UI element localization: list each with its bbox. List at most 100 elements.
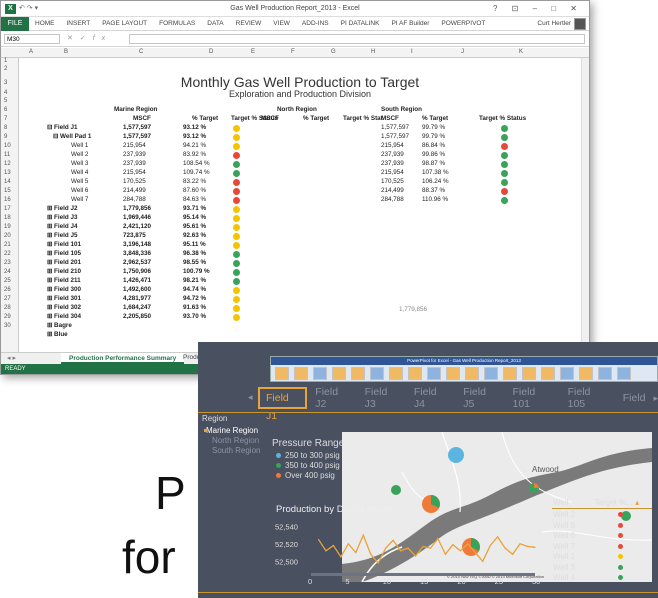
name-box[interactable]: M30	[4, 34, 60, 44]
row-name[interactable]: ⊞ Field 302	[47, 304, 81, 311]
row-header-6[interactable]: 6	[4, 107, 7, 113]
column-header-B[interactable]: B	[64, 49, 68, 55]
column-header-K[interactable]: K	[519, 49, 523, 55]
cell-mscf[interactable]: 1,426,471	[123, 277, 151, 284]
row-name[interactable]: ⊞ Bagre	[47, 322, 72, 329]
cell-pct[interactable]: 93.12 %	[183, 124, 206, 131]
region-item-0[interactable]: Marine Region	[203, 426, 258, 435]
row-header-28[interactable]: 28	[4, 305, 11, 311]
ribbon-tab-1[interactable]: INSERT	[67, 20, 91, 27]
cell-mscf[interactable]: 284,788	[123, 196, 146, 203]
cell-mscf-south[interactable]: 1,577,597	[381, 133, 409, 140]
row-name[interactable]: ⊞ Field 301	[47, 295, 81, 302]
cell-pct[interactable]: 94.72 %	[183, 295, 206, 302]
row-header-16[interactable]: 16	[4, 197, 11, 203]
cell-pct-south[interactable]: 106.24 %	[422, 178, 449, 185]
cell-pct-south[interactable]: 107.38 %	[422, 169, 449, 176]
row-name[interactable]: ⊟ Well Pad 1	[53, 133, 91, 140]
well-row[interactable]: Well 5	[553, 521, 575, 530]
column-header-D[interactable]: D	[209, 49, 213, 55]
row-header-13[interactable]: 13	[4, 170, 11, 176]
data-point[interactable]	[437, 537, 439, 540]
cell-mscf-south[interactable]: 215,954	[381, 169, 404, 176]
row-header-15[interactable]: 15	[4, 188, 11, 194]
cell-pct-south[interactable]: 98.87 %	[422, 160, 445, 167]
cell-mscf[interactable]: 1,684,247	[123, 304, 151, 311]
ribbon-tab-8[interactable]: PI DATALINK	[341, 20, 380, 27]
column-header-H[interactable]: H	[371, 49, 375, 55]
well-row[interactable]: Well 6	[553, 531, 575, 540]
cell-pct[interactable]: 95.11 %	[183, 241, 206, 248]
cell-mscf-south[interactable]: 284,788	[381, 196, 404, 203]
row-header-30[interactable]: 30	[4, 323, 11, 329]
cell-pct[interactable]: 92.63 %	[183, 232, 206, 239]
well-row[interactable]: Well 2	[553, 510, 575, 519]
map-bubble-green[interactable]	[391, 485, 401, 495]
tiles-right-arrow-icon[interactable]: ▸	[654, 393, 658, 404]
ribbon-tab-9[interactable]: PI AF Builder	[391, 20, 429, 27]
row-header-3[interactable]: 3	[4, 80, 7, 86]
cell-pct-south[interactable]: 99.79 %	[422, 133, 445, 140]
cell-mscf-south[interactable]: 215,954	[381, 142, 404, 149]
row-header-25[interactable]: 25	[4, 278, 11, 284]
row-header-9[interactable]: 9	[4, 134, 7, 140]
column-header-J[interactable]: J	[461, 49, 464, 55]
field-tile-7[interactable]: Field	[615, 392, 654, 404]
field-tile-1[interactable]: Field J2	[307, 386, 356, 410]
ribbon-tab-5[interactable]: REVIEW	[236, 20, 262, 27]
row-header-4[interactable]: 4	[4, 90, 7, 96]
row-name[interactable]: ⊞ Blue	[47, 331, 68, 338]
data-point[interactable]	[526, 545, 529, 548]
column-header-A[interactable]: A	[29, 49, 33, 55]
map-bubble-blue[interactable]	[448, 447, 464, 463]
window-controls[interactable]: ? ⊡ – □ ✕	[493, 4, 583, 13]
sheet-tab-production-performance-summary[interactable]: Production Performance Summary	[61, 353, 185, 364]
tiles-left-arrow-icon[interactable]: ◂	[248, 392, 253, 403]
data-point[interactable]	[482, 560, 484, 562]
cell-mscf[interactable]: 237,939	[123, 160, 146, 167]
column-header-C[interactable]: C	[139, 49, 143, 55]
cell-pct[interactable]: 83.92 %	[183, 151, 206, 158]
cell-pct-south[interactable]: 99.79 %	[422, 124, 445, 131]
data-point[interactable]	[370, 553, 372, 555]
cell-pct[interactable]: 98.21 %	[183, 277, 206, 284]
cell-mscf[interactable]: 1,492,600	[123, 286, 151, 293]
ribbon-tab-0[interactable]: HOME	[35, 20, 55, 27]
column-header-F[interactable]: F	[291, 49, 295, 55]
row-name[interactable]: Well 2	[71, 151, 88, 158]
row-header-20[interactable]: 20	[4, 233, 11, 239]
cell-pct[interactable]: 93.71 %	[183, 205, 206, 212]
cell-mscf[interactable]: 1,577,597	[123, 124, 151, 131]
row-name[interactable]: ⊞ Field J3	[47, 214, 77, 221]
data-point[interactable]	[332, 544, 334, 547]
cell-mscf[interactable]: 215,954	[123, 142, 146, 149]
well-header[interactable]: Well	[553, 498, 568, 507]
cell-pct[interactable]: 94.74 %	[183, 286, 206, 293]
data-point[interactable]	[474, 551, 476, 554]
row-name[interactable]: ⊞ Field 105	[47, 250, 81, 257]
field-tile-4[interactable]: Field J5	[455, 386, 504, 410]
ribbon-tab-6[interactable]: VIEW	[273, 20, 290, 27]
cell-pct[interactable]: 94.21 %	[183, 142, 206, 149]
data-point[interactable]	[519, 543, 521, 545]
data-point[interactable]	[512, 553, 514, 555]
cell-pct[interactable]: 95.61 %	[183, 223, 206, 230]
row-name[interactable]: ⊞ Field J4	[47, 223, 77, 230]
row-name[interactable]: Well 4	[71, 169, 88, 176]
sort-desc-icon[interactable]: ▴	[635, 498, 639, 507]
data-point[interactable]	[392, 539, 394, 541]
cell-mscf[interactable]: 214,499	[123, 187, 146, 194]
row-name[interactable]: ⊞ Field J5	[47, 232, 77, 239]
row-header-8[interactable]: 8	[4, 125, 7, 131]
cell-mscf-south[interactable]: 1,577,597	[381, 124, 409, 131]
cell-mscf[interactable]: 3,848,336	[123, 250, 151, 257]
row-header-2[interactable]: 2	[4, 66, 7, 72]
vertical-scrollbar[interactable]	[581, 58, 589, 352]
row-header-5[interactable]: 5	[4, 98, 7, 104]
ribbon-tab-4[interactable]: DATA	[207, 20, 223, 27]
data-point[interactable]	[422, 545, 424, 548]
row-name[interactable]: Well 6	[71, 187, 88, 194]
row-name[interactable]: Well 3	[71, 160, 88, 167]
row-name[interactable]: Well 7	[71, 196, 88, 203]
data-point[interactable]	[504, 547, 506, 549]
